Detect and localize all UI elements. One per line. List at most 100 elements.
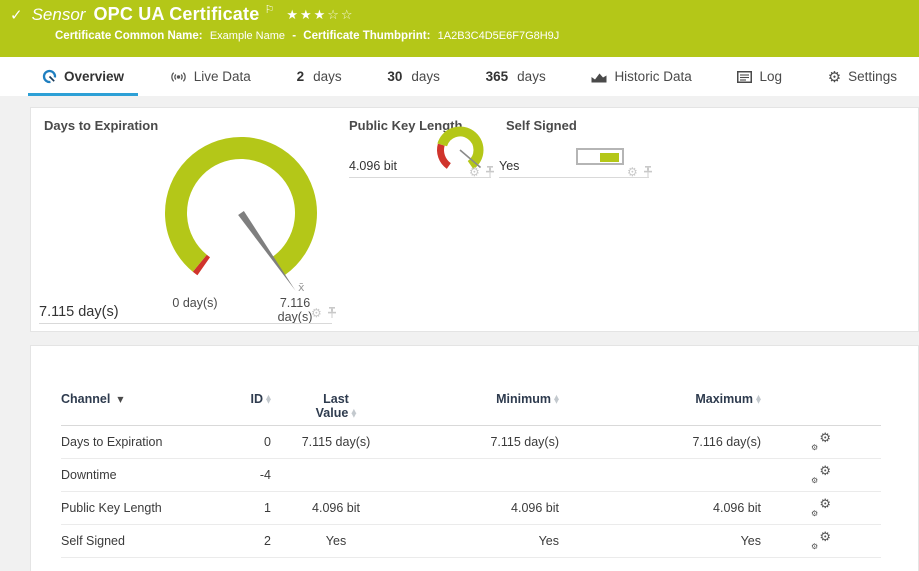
cell-channel[interactable]: Self Signed xyxy=(61,534,125,548)
tab-365-days[interactable]: 365 days xyxy=(472,57,560,96)
self-signed-on-block xyxy=(600,153,619,162)
historic-chart-icon xyxy=(591,70,607,83)
tab-30-days[interactable]: 30 days xyxy=(373,57,454,96)
channel-table: Channel ▼ ID ▲▼ Last Value▲▼ Minimum ▲▼ … xyxy=(61,381,881,558)
tab-live-data-label: Live Data xyxy=(194,69,251,84)
settings-gear-icon: ⚙ xyxy=(828,68,841,86)
live-data-icon xyxy=(170,71,187,83)
cell-last-value: 4.096 bit xyxy=(312,501,360,515)
tab-30-days-unit: days xyxy=(411,69,440,84)
cell-id: 0 xyxy=(264,435,271,449)
gauge-average-marker: x̄ xyxy=(298,281,305,294)
tab-historic-data-label: Historic Data xyxy=(614,69,691,84)
tab-overview-label: Overview xyxy=(64,69,124,84)
tab-bar: Overview Live Data 2 days 30 days 365 da… xyxy=(0,57,919,96)
table-header-row: Channel ▼ ID ▲▼ Last Value▲▼ Minimum ▲▼ … xyxy=(61,381,881,426)
pin-icon[interactable] xyxy=(327,307,337,319)
flag-icon[interactable]: ⚐ xyxy=(264,3,274,16)
thumbprint-value: 1A2B3C4D5E6F7G8H9J xyxy=(438,30,560,42)
sort-icon[interactable]: ▲▼ xyxy=(756,395,761,404)
channel-gear-icon[interactable]: ⚙ xyxy=(311,307,322,319)
page-title: OPC UA Certificate xyxy=(93,4,259,25)
sort-icon[interactable]: ▲▼ xyxy=(266,395,271,404)
gauge-min-label: 0 day(s) xyxy=(165,296,225,310)
cell-id: 2 xyxy=(264,534,271,548)
subtitle-dash: - xyxy=(292,30,296,42)
tab-overview[interactable]: Overview xyxy=(28,57,138,96)
column-header-maximum[interactable]: Maximum ▲▼ xyxy=(695,392,761,406)
maximum-header-label: Maximum xyxy=(695,392,753,406)
block-separator xyxy=(349,177,491,178)
self-signed-indicator xyxy=(576,148,624,165)
table-row[interactable]: Days to Expiration 0 7.115 day(s) 7.115 … xyxy=(61,426,881,459)
priority-stars[interactable]: ★★★☆☆ xyxy=(286,7,354,23)
self-signed-value: Yes xyxy=(499,159,519,173)
tab-log[interactable]: Log xyxy=(723,57,796,96)
tab-2-days-unit: days xyxy=(313,69,342,84)
sensor-kicker: Sensor xyxy=(32,5,86,25)
tab-settings[interactable]: ⚙ Settings xyxy=(814,57,911,96)
table-row[interactable]: Public Key Length 1 4.096 bit 4.096 bit … xyxy=(61,492,881,525)
tab-historic-data[interactable]: Historic Data xyxy=(577,57,705,96)
common-name-value: Example Name xyxy=(210,30,285,42)
column-header-minimum[interactable]: Minimum ▲▼ xyxy=(496,392,559,406)
sort-desc-icon: ▼ xyxy=(117,395,123,404)
cell-channel[interactable]: Days to Expiration xyxy=(61,435,162,449)
cell-maximum: 4.096 bit xyxy=(713,501,761,515)
tab-settings-label: Settings xyxy=(848,69,897,84)
days-to-expiration-value: 7.115 day(s) xyxy=(39,304,119,320)
sort-icon[interactable]: ▲▼ xyxy=(554,395,559,404)
channel-settings-icon[interactable]: ⚙⚙ xyxy=(811,499,831,515)
channel-settings-icon[interactable]: ⚙⚙ xyxy=(811,433,831,449)
tab-2-days[interactable]: 2 days xyxy=(283,57,356,96)
last-value-header-line1: Last xyxy=(323,392,349,406)
column-header-last-value[interactable]: Last Value▲▼ xyxy=(316,392,357,420)
table-row[interactable]: Downtime -4 ⚙⚙ xyxy=(61,459,881,492)
tab-30-days-number: 30 xyxy=(387,69,402,84)
prtg-sensor-overview-page: { "colors": { "brand_green": "#b4c718", … xyxy=(0,0,919,571)
tab-365-days-number: 365 xyxy=(486,69,509,84)
log-icon xyxy=(737,71,752,83)
cell-id: 1 xyxy=(264,501,271,515)
tab-live-data[interactable]: Live Data xyxy=(156,57,265,96)
channel-settings-icon[interactable]: ⚙⚙ xyxy=(811,532,831,548)
days-to-expiration-gauge xyxy=(149,121,344,306)
cell-last-value: 7.115 day(s) xyxy=(302,435,371,449)
cell-last-value: Yes xyxy=(326,534,346,548)
cell-maximum: 7.116 day(s) xyxy=(692,435,761,449)
cell-maximum: Yes xyxy=(741,534,761,548)
sort-icon[interactable]: ▲▼ xyxy=(351,409,356,418)
stars-filled[interactable]: ★★★ xyxy=(286,8,327,23)
tab-log-label: Log xyxy=(759,69,782,84)
column-header-channel[interactable]: Channel ▼ xyxy=(61,392,123,406)
stars-empty[interactable]: ☆☆ xyxy=(327,8,354,23)
channel-table-panel: Channel ▼ ID ▲▼ Last Value▲▼ Minimum ▲▼ … xyxy=(30,345,919,571)
cell-channel[interactable]: Downtime xyxy=(61,468,117,482)
sensor-subtitle: Certificate Common Name: Example Name - … xyxy=(55,30,563,42)
block-separator xyxy=(39,323,332,324)
tab-2-days-number: 2 xyxy=(297,69,305,84)
gauge-tools: ⚙ xyxy=(311,307,337,319)
channel-settings-icon[interactable]: ⚙⚙ xyxy=(811,466,831,482)
channel-header-label: Channel xyxy=(61,392,110,406)
gauge-days-to-expiration-title: Days to Expiration xyxy=(44,118,158,133)
gauge-self-signed-title: Self Signed xyxy=(506,118,577,133)
status-check-icon: ✓ xyxy=(10,6,23,24)
tab-365-days-unit: days xyxy=(517,69,546,84)
cell-minimum: 7.115 day(s) xyxy=(490,435,559,449)
cell-minimum: Yes xyxy=(539,534,559,548)
cell-id: -4 xyxy=(260,468,271,482)
common-name-label: Certificate Common Name: xyxy=(55,30,203,42)
column-header-id[interactable]: ID ▲▼ xyxy=(251,392,272,406)
thumbprint-label: Certificate Thumbprint: xyxy=(303,30,430,42)
minimum-header-label: Minimum xyxy=(496,392,551,406)
cell-channel[interactable]: Public Key Length xyxy=(61,501,162,515)
id-header-label: ID xyxy=(251,392,264,406)
gauge-icon xyxy=(42,69,57,84)
table-row[interactable]: Self Signed 2 Yes Yes Yes ⚙⚙ xyxy=(61,525,881,558)
gauges-panel: Days to Expiration x̄ 0 day(s) 7.116 day… xyxy=(30,107,919,332)
sensor-header: ✓ Sensor OPC UA Certificate ⚐ ★★★☆☆ Cert… xyxy=(0,0,919,57)
block-separator xyxy=(499,177,649,178)
last-value-header-line2: Value xyxy=(316,406,349,420)
public-key-length-value: 4.096 bit xyxy=(349,159,397,173)
